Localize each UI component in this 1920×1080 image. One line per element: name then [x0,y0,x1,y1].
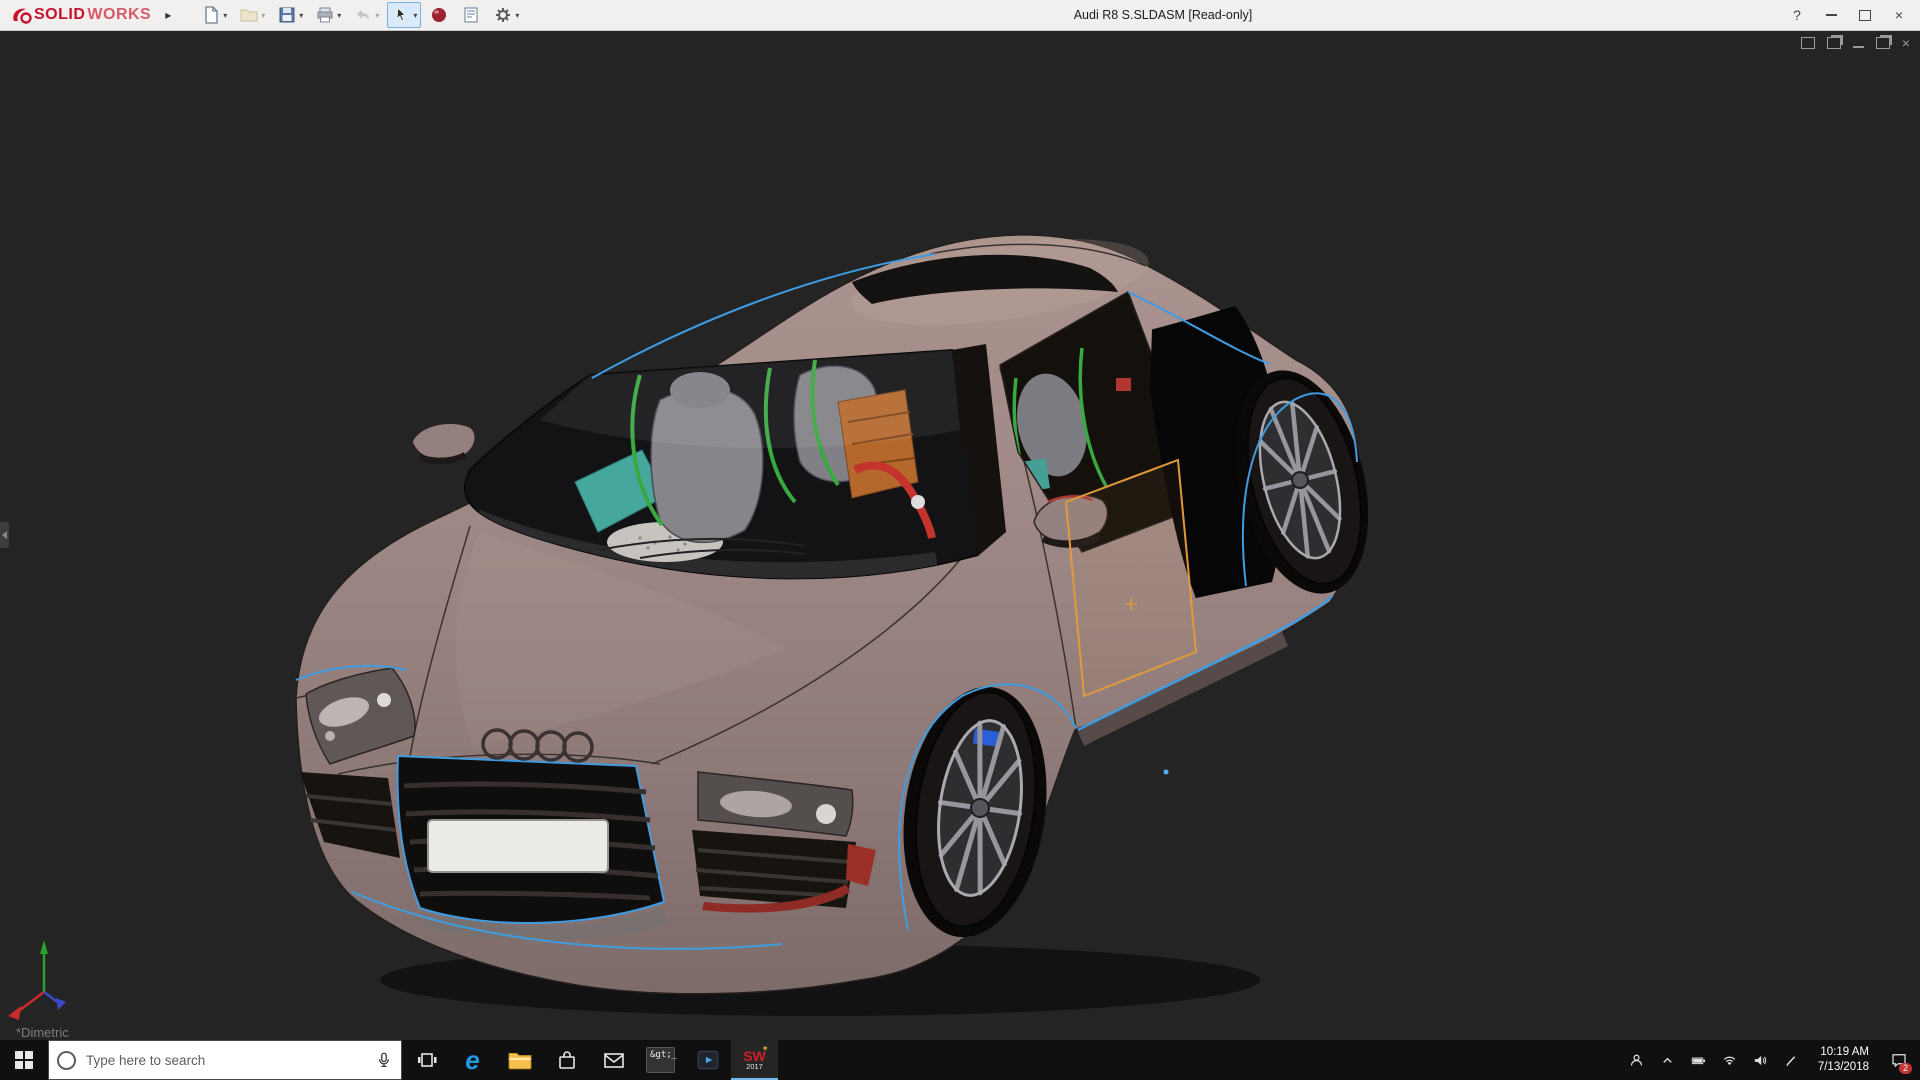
notification-badge: 2 [1899,1063,1912,1074]
system-tray: 10:19 AM 7/13/2018 2 [1626,1040,1920,1080]
cascade-windows-icon[interactable] [1826,37,1841,49]
orientation-triad [8,940,66,1020]
options-gear-icon [496,8,511,22]
graphics-viewport[interactable]: × *Dimetric [0,30,1920,1040]
left-mirror[interactable] [411,422,476,465]
z-axis-arrow [56,998,66,1010]
cortana-icon [57,1050,76,1070]
quick-access-toolbar: ▾ ▾ ▾ ▾ ▾ ▾ ▾ [197,2,523,28]
file-explorer-icon [508,1052,531,1070]
mail-button[interactable] [590,1040,637,1080]
tray-expand-chevron-icon[interactable] [1657,1040,1679,1080]
microphone-icon[interactable] [375,1050,393,1070]
save-icon [279,7,295,23]
volume-icon[interactable] [1750,1040,1772,1080]
task-view-button[interactable] [402,1040,449,1080]
3d-model-canvas[interactable] [0,30,1920,1040]
print-button[interactable]: ▾ [311,2,345,28]
document-window-controls: × [1800,36,1910,50]
terminal-icon: &gt;_ [646,1047,677,1073]
maximize-button[interactable] [1848,0,1882,30]
terminal-button[interactable]: &gt;_ [637,1040,684,1080]
select-tool-button[interactable]: ▾ [387,2,422,28]
menu-expand-arrow[interactable]: ▸ [165,8,171,22]
mail-envelope-icon [603,1053,624,1068]
store-button[interactable] [543,1040,590,1080]
clock-date: 7/13/2018 [1817,1061,1869,1073]
brand-solid: SOLID [34,6,86,23]
windows-logo-icon [15,1051,33,1069]
dropdown-caret[interactable]: ▾ [413,11,417,20]
wifi-icon[interactable] [1719,1040,1741,1080]
brand-works: WORKS [87,6,152,23]
properties-sheet-icon [464,7,478,23]
titlebar: SOLID WORKS ▸ ▾ ▾ ▾ ▾ ▾ ▾ ▾ Audi R8 S.SL… [0,0,1920,31]
print-icon [317,7,333,23]
door-selection-outline[interactable] [1064,458,1198,698]
new-document-button[interactable]: ▾ [197,2,231,28]
options-button[interactable]: ▾ [489,2,523,28]
view-orientation-label: *Dimetric [16,1025,69,1040]
window-controls: ? × [1780,0,1916,30]
dropdown-caret[interactable]: ▾ [261,11,265,20]
license-plate [427,819,609,873]
battery-icon[interactable] [1688,1040,1710,1080]
task-view-icon [417,1053,436,1067]
left-intake [300,772,400,858]
new-window-icon[interactable] [1800,37,1815,49]
x-axis-arrow [8,1006,21,1020]
dropdown-caret[interactable]: ▾ [337,11,341,20]
file-explorer-button[interactable] [496,1040,543,1080]
undo-icon [357,10,370,20]
start-button[interactable] [0,1040,48,1080]
front-grille[interactable] [396,754,666,924]
save-button[interactable]: ▾ [273,2,307,28]
search-input[interactable] [84,1051,367,1069]
select-cursor-icon [396,7,407,22]
windows-taskbar: e &gt;_ ✶ SW 2017 [0,1040,1920,1080]
doc-restore-icon[interactable] [1875,37,1890,49]
y-axis-arrow [40,940,48,954]
solidworks-app-button[interactable]: ✶ SW 2017 [731,1040,778,1080]
vertex-point[interactable] [1163,769,1169,775]
taskbar-search[interactable] [48,1040,402,1080]
maximize-icon [1859,9,1871,21]
dropdown-caret[interactable]: ▾ [515,11,519,20]
document-title: Audi R8 S.SLDASM [Read-only] [1073,8,1253,22]
dropdown-caret[interactable]: ▾ [375,11,379,20]
taskbar-clock[interactable]: 10:19 AM 7/13/2018 [1812,1045,1875,1075]
minimize-button[interactable] [1814,0,1848,30]
media-app-button[interactable] [684,1040,731,1080]
new-document-icon [205,6,218,24]
appearance-button[interactable] [425,2,453,28]
open-document-button[interactable]: ▾ [235,2,269,28]
close-button[interactable]: × [1882,0,1916,30]
help-button[interactable]: ? [1780,0,1814,30]
solidworks-app-icon: ✶ SW 2017 [743,1044,769,1071]
appearance-sphere-icon [432,8,447,22]
doc-minimize-icon[interactable] [1852,46,1864,48]
people-icon[interactable] [1626,1040,1648,1080]
doc-close-icon[interactable]: × [1902,36,1910,50]
dropdown-caret[interactable]: ▾ [223,11,227,20]
solidworks-logo: SOLID WORKS [10,5,151,25]
open-folder-icon [240,9,258,22]
dassault-logo-icon [13,8,32,24]
dropdown-caret[interactable]: ▾ [299,11,303,20]
media-app-icon [697,1050,718,1070]
clock-time: 10:19 AM [1820,1046,1869,1059]
car-model[interactable] [295,223,1390,995]
pen-icon[interactable] [1781,1040,1803,1080]
edge-icon: e [465,1045,480,1075]
edge-browser-button[interactable]: e [449,1040,496,1080]
undo-button[interactable]: ▾ [349,2,383,28]
minimize-icon [1825,14,1837,16]
action-center-button[interactable]: 2 [1884,1040,1914,1080]
store-bag-icon [558,1051,575,1069]
properties-button[interactable] [457,2,485,28]
